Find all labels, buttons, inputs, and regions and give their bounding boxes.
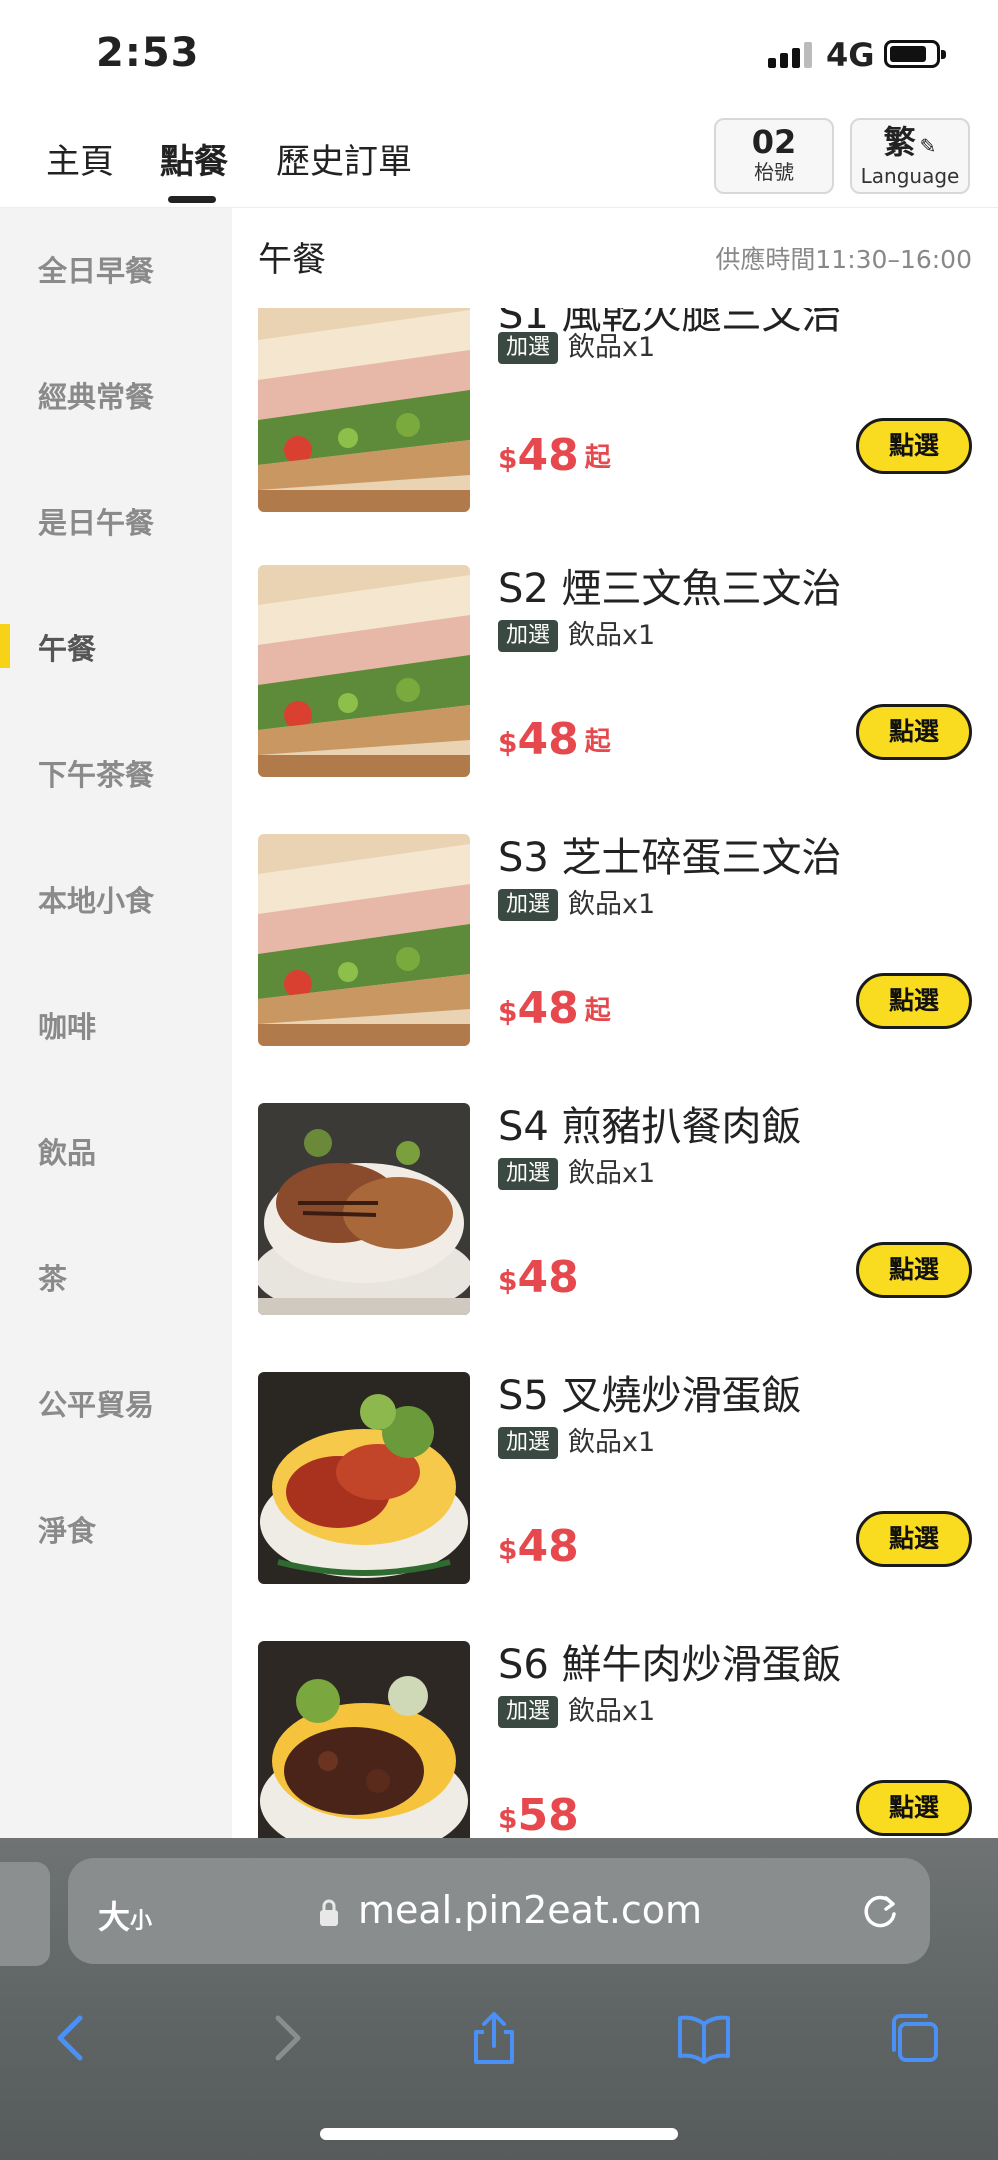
item-price: $48 起 xyxy=(498,430,611,481)
address-bar[interactable]: 大小 meal.pin2eat.com xyxy=(68,1858,930,1964)
item-name: S5 叉燒炒滑蛋飯 xyxy=(498,1373,802,1419)
item-name: S6 鮮牛肉炒滑蛋飯 xyxy=(498,1642,842,1688)
battery-icon xyxy=(884,40,946,68)
back-icon[interactable] xyxy=(44,2010,100,2066)
section-title: 午餐 xyxy=(258,240,326,280)
item-price: $48 xyxy=(498,1521,579,1572)
previous-tab-preview[interactable] xyxy=(0,1862,50,1966)
sidebar-item-food-only[interactable]: 淨食 xyxy=(38,1508,96,1550)
select-button[interactable]: 點選 xyxy=(856,1242,972,1298)
sidebar-item-fair-trade[interactable]: 公平貿易 xyxy=(38,1382,154,1424)
status-bar: 2:53 4G xyxy=(0,0,998,110)
section-hours: 供應時間11:30–16:00 xyxy=(715,245,972,274)
active-tab-indicator xyxy=(168,196,216,203)
url-text[interactable]: meal.pin2eat.com xyxy=(358,1888,702,1932)
signal-icon xyxy=(768,42,812,68)
menu-item[interactable]: S4 煎豬扒餐肉飯 加選 飲品x1 $48 點選 xyxy=(232,1094,998,1334)
char-siu-rice-image xyxy=(258,1372,470,1584)
language-button[interactable]: 繁 ✎ Language xyxy=(850,118,970,194)
text-size-button[interactable]: 大小 xyxy=(98,1892,152,1938)
add-on-tag: 加選 xyxy=(498,1158,559,1190)
sandwich-image xyxy=(258,565,470,777)
sidebar-item-local-snacks[interactable]: 本地小食 xyxy=(38,878,154,920)
language-label: Language xyxy=(860,164,960,188)
sandwich-image xyxy=(258,308,470,512)
sandwich-image xyxy=(258,834,470,1046)
tab-order-history[interactable]: 歷史訂單 xyxy=(276,134,412,183)
add-on-tag: 加選 xyxy=(498,889,559,921)
sidebar-item-tea[interactable]: 茶 xyxy=(38,1256,67,1298)
beef-rice-image xyxy=(258,1641,470,1838)
item-price: $58 xyxy=(498,1790,579,1838)
select-button[interactable]: 點選 xyxy=(856,704,972,760)
tabs-icon[interactable] xyxy=(886,2010,942,2066)
language-char: 繁 xyxy=(883,123,916,161)
active-category-marker xyxy=(0,624,10,668)
menu-item[interactable]: S2 煙三文魚三文治 加選 飲品x1 $48 起 點選 xyxy=(232,556,998,796)
network-label: 4G xyxy=(826,36,875,74)
bookmarks-icon[interactable] xyxy=(676,2010,732,2066)
select-button[interactable]: 點選 xyxy=(856,1780,972,1836)
top-nav: 主頁 點餐 歷史訂單 02 枱號 繁 ✎ Language xyxy=(0,110,998,208)
lock-icon xyxy=(320,1899,338,1926)
tab-home[interactable]: 主頁 xyxy=(46,134,114,183)
item-name: S3 芝士碎蛋三文治 xyxy=(498,835,842,881)
add-on-text: 飲品x1 xyxy=(568,332,656,363)
select-button[interactable]: 點選 xyxy=(856,418,972,474)
add-on-tag: 加選 xyxy=(498,332,559,364)
sidebar-item-afternoon-tea[interactable]: 下午茶餐 xyxy=(38,752,154,794)
table-number-button[interactable]: 02 枱號 xyxy=(714,118,834,194)
add-on-tag: 加選 xyxy=(498,620,559,652)
table-label: 枱號 xyxy=(754,160,794,184)
item-name: S2 煙三文魚三文治 xyxy=(498,566,842,612)
sidebar-item-lunch[interactable]: 午餐 xyxy=(38,626,96,668)
sidebar-item-drinks[interactable]: 飲品 xyxy=(38,1130,96,1172)
menu-item[interactable]: S3 芝士碎蛋三文治 加選 飲品x1 $48 起 點選 xyxy=(232,825,998,1065)
add-on-text: 飲品x1 xyxy=(568,889,656,920)
status-time: 2:53 xyxy=(96,30,200,76)
forward-icon[interactable] xyxy=(258,2010,314,2066)
menu-item[interactable]: S5 叉燒炒滑蛋飯 加選 飲品x1 $48 點選 xyxy=(232,1363,998,1603)
pork-chop-rice-image xyxy=(258,1103,470,1315)
item-price: $48 起 xyxy=(498,714,611,765)
add-on-tag: 加選 xyxy=(498,1427,559,1459)
menu-list[interactable]: S1 風乾火腿三文治 加選 飲品x1 $48 起 點選 S2 煙三文魚三文治 加選… xyxy=(232,308,998,1838)
tab-order[interactable]: 點餐 xyxy=(160,134,228,183)
add-on-text: 飲品x1 xyxy=(568,1158,656,1189)
reload-icon[interactable] xyxy=(858,1890,902,1934)
add-on-text: 飲品x1 xyxy=(568,620,656,651)
table-number: 02 xyxy=(751,123,797,161)
item-name: S4 煎豬扒餐肉飯 xyxy=(498,1104,802,1150)
sidebar-item-classic-set[interactable]: 經典常餐 xyxy=(38,374,154,416)
item-price: $48 xyxy=(498,1252,579,1303)
menu-item[interactable]: S6 鮮牛肉炒滑蛋飯 加選 飲品x1 $58 點選 xyxy=(232,1632,998,1838)
item-price: $48 起 xyxy=(498,983,611,1034)
menu-item[interactable]: S1 風乾火腿三文治 加選 飲品x1 $48 起 點選 xyxy=(232,308,998,528)
sidebar-item-all-day-breakfast[interactable]: 全日早餐 xyxy=(38,248,154,290)
browser-toolbar: 大小 meal.pin2eat.com xyxy=(0,1838,998,2160)
category-sidebar: 全日早餐 經典常餐 是日午餐 午餐 下午茶餐 本地小食 咖啡 飲品 茶 公平貿易… xyxy=(0,208,232,1838)
sidebar-item-coffee[interactable]: 咖啡 xyxy=(38,1004,96,1046)
add-on-text: 飲品x1 xyxy=(568,1696,656,1727)
add-on-tag: 加選 xyxy=(498,1696,559,1728)
select-button[interactable]: 點選 xyxy=(856,973,972,1029)
pencil-icon: ✎ xyxy=(919,134,937,158)
sidebar-item-daily-lunch[interactable]: 是日午餐 xyxy=(38,500,154,542)
share-icon[interactable] xyxy=(466,2010,522,2066)
home-indicator xyxy=(320,2128,678,2140)
add-on-text: 飲品x1 xyxy=(568,1427,656,1458)
select-button[interactable]: 點選 xyxy=(856,1511,972,1567)
menu-main: 午餐 供應時間11:30–16:00 S1 風乾火腿三文治 加選 飲品x1 $4… xyxy=(232,208,998,1838)
